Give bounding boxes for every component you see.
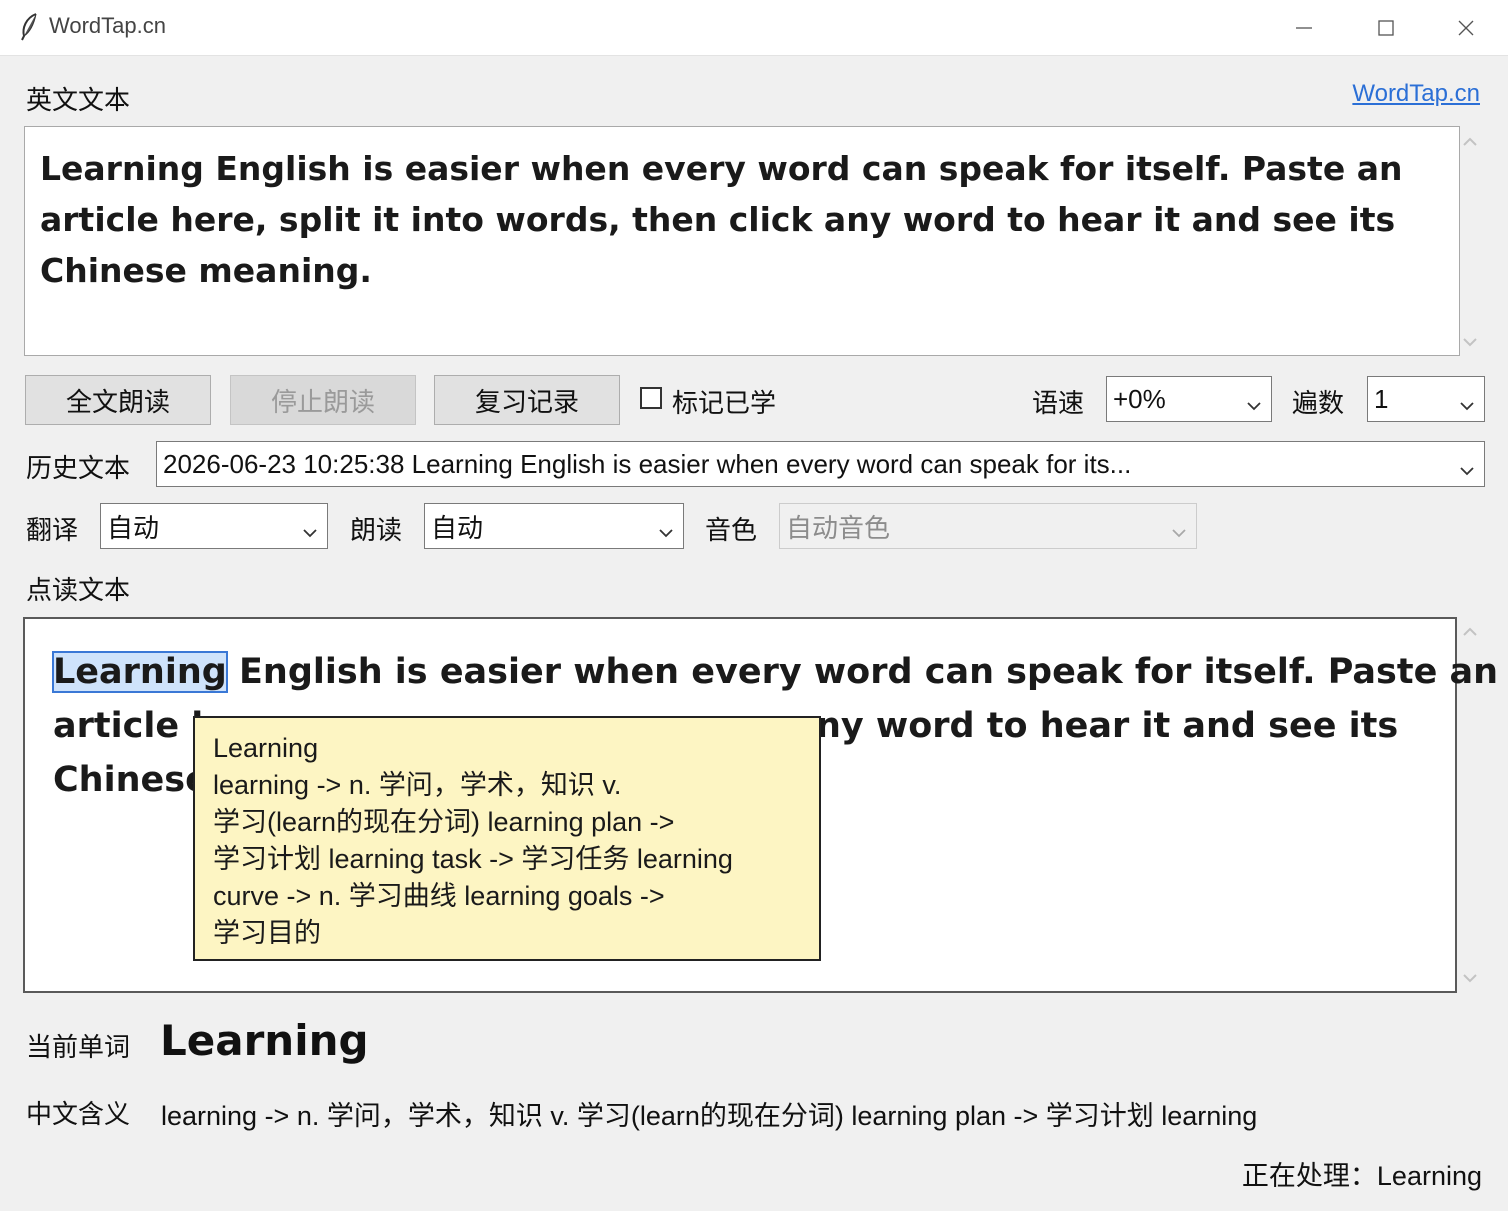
english-text-input[interactable]: Learning English is easier when every wo… bbox=[24, 126, 1460, 356]
english-text-label: 英文文本 bbox=[26, 86, 131, 116]
status-text: 正在处理：Learning bbox=[1241, 1161, 1482, 1191]
tooltip-line: curve -> n. 学习曲线 learning goals -> bbox=[213, 881, 665, 911]
maximize-button[interactable] bbox=[1346, 0, 1426, 56]
tooltip-line: 学习计划 learning task -> 学习任务 learning bbox=[213, 844, 733, 874]
scroll-down-icon[interactable] bbox=[1460, 970, 1484, 990]
voice-select[interactable]: 自动音色 bbox=[779, 503, 1197, 549]
mark-learned-checkbox[interactable] bbox=[640, 387, 662, 409]
scroll-up-icon[interactable] bbox=[1460, 624, 1484, 644]
chevron-down-icon bbox=[1170, 518, 1188, 538]
current-word: Learning bbox=[160, 1016, 369, 1065]
speed-label: 语速 bbox=[1032, 389, 1085, 419]
title-bar: WordTap.cn bbox=[0, 0, 1508, 56]
close-button[interactable] bbox=[1426, 0, 1506, 56]
voice-label: 音色 bbox=[705, 516, 758, 546]
reading-line-1: Learning English is easier when every wo… bbox=[52, 645, 1498, 699]
review-history-button[interactable]: 复习记录 bbox=[434, 375, 620, 425]
translate-select[interactable]: 自动 bbox=[100, 503, 328, 549]
tooltip-line: learning -> n. 学问，学术，知识 v. bbox=[213, 770, 622, 800]
wordtap-link[interactable]: WordTap.cn bbox=[1352, 80, 1480, 108]
repeat-label: 遍数 bbox=[1292, 389, 1345, 419]
read-engine-value: 自动 bbox=[431, 512, 484, 543]
scroll-down-icon[interactable] bbox=[1460, 334, 1484, 354]
history-select[interactable]: 2026-06-23 10:25:38 Learning English is … bbox=[156, 441, 1485, 487]
chevron-down-icon bbox=[1458, 456, 1476, 476]
read-engine-select[interactable]: 自动 bbox=[424, 503, 684, 549]
tooltip-line: 学习(learn的现在分词) learning plan -> bbox=[213, 807, 675, 837]
chevron-down-icon bbox=[301, 518, 319, 538]
voice-value: 自动音色 bbox=[786, 512, 891, 543]
word-learning-selected[interactable]: Learning bbox=[52, 651, 228, 693]
repeat-value: 1 bbox=[1374, 383, 1389, 414]
tooltip-line: Learning bbox=[213, 733, 319, 763]
history-value: 2026-06-23 10:25:38 Learning English is … bbox=[163, 448, 1132, 479]
read-all-button[interactable]: 全文朗读 bbox=[25, 375, 211, 425]
scroll-up-icon[interactable] bbox=[1460, 134, 1484, 154]
speed-select[interactable]: +0% bbox=[1106, 376, 1272, 422]
minimize-button[interactable] bbox=[1264, 0, 1344, 56]
english-text-content[interactable]: Learning English is easier when every wo… bbox=[40, 143, 1440, 296]
history-label: 历史文本 bbox=[26, 454, 131, 484]
repeat-select[interactable]: 1 bbox=[1367, 376, 1485, 422]
window-title: WordTap.cn bbox=[49, 13, 166, 38]
mark-learned-label[interactable]: 标记已学 bbox=[672, 383, 776, 420]
word-tooltip: Learning learning -> n. 学问，学术，知识 v. 学习(l… bbox=[193, 716, 821, 961]
meaning-label: 中文含义 bbox=[26, 1100, 131, 1130]
feather-icon bbox=[18, 12, 40, 42]
reading-line-2-end[interactable]: ny word to hear it and see its bbox=[816, 699, 1398, 753]
meaning-text: learning -> n. 学问，学术，知识 v. 学习(learn的现在分词… bbox=[161, 1101, 1258, 1131]
current-word-label: 当前单词 bbox=[26, 1033, 131, 1063]
translate-value: 自动 bbox=[107, 512, 160, 543]
speed-value: +0% bbox=[1113, 383, 1166, 414]
reading-line-2-start[interactable]: article h bbox=[53, 706, 216, 746]
reading-text-label: 点读文本 bbox=[26, 576, 131, 606]
chevron-down-icon bbox=[1245, 391, 1263, 411]
reading-line-3-start[interactable]: Chinese bbox=[53, 760, 209, 800]
chevron-down-icon bbox=[1458, 391, 1476, 411]
translate-label: 翻译 bbox=[26, 516, 79, 546]
chevron-down-icon bbox=[657, 518, 675, 538]
read-engine-label: 朗读 bbox=[350, 516, 403, 546]
reading-line-1-rest[interactable]: English is easier when every word can sp… bbox=[227, 652, 1498, 692]
stop-reading-button[interactable]: 停止朗读 bbox=[230, 375, 416, 425]
tooltip-line: 学习目的 bbox=[213, 918, 321, 948]
